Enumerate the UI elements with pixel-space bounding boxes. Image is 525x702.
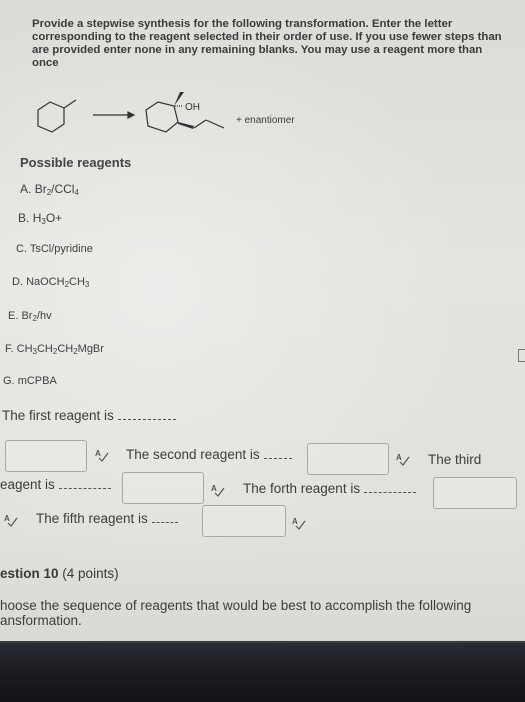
starting-material-structure bbox=[37, 99, 77, 133]
reagent-formula: CH3CH2CH2MgBr bbox=[16, 343, 104, 356]
reagent-f: F. CH3CH2CH2MgBr bbox=[5, 343, 104, 356]
fourth-reagent-input[interactable] bbox=[433, 477, 517, 509]
third-reagent-prompt-continued: eagent is bbox=[0, 477, 111, 492]
spellcheck-icon[interactable]: A bbox=[4, 513, 18, 527]
reagents-title: Possible reagents bbox=[20, 155, 132, 170]
product-oh-label: OH bbox=[185, 102, 200, 113]
spellcheck-icon[interactable]: A bbox=[396, 452, 410, 466]
spellcheck-icon[interactable]: A bbox=[211, 483, 225, 497]
reagent-formula: NaOCH2CH3 bbox=[26, 276, 90, 289]
reagent-d: D. NaOCH2CH3 bbox=[12, 276, 90, 289]
fifth-reagent-prompt: The fifth reagent is bbox=[36, 511, 178, 526]
edge-fragment bbox=[518, 349, 525, 362]
monitor-bezel bbox=[0, 641, 525, 702]
reagent-formula: Br2/hv bbox=[21, 310, 52, 323]
reagent-g: G. mCPBA bbox=[3, 375, 57, 387]
reaction-arrow bbox=[93, 111, 136, 119]
reagent-c: C. TsCl/pyridine bbox=[16, 243, 93, 255]
reagent-formula: mCPBA bbox=[17, 375, 57, 387]
reagent-formula: H3O+ bbox=[32, 211, 63, 226]
reagent-a: A. Br2/CCl4 bbox=[20, 182, 79, 197]
reagent-b: B. H3O+ bbox=[18, 211, 63, 226]
second-reagent-input[interactable] bbox=[307, 443, 389, 475]
third-reagent-input[interactable] bbox=[122, 472, 204, 504]
quiz-page: Provide a stepwise synthesis for the fol… bbox=[0, 0, 525, 640]
fifth-reagent-input[interactable] bbox=[202, 505, 286, 537]
enantiomer-note: + enantiomer bbox=[236, 115, 295, 126]
first-reagent-input[interactable] bbox=[5, 440, 87, 472]
reagent-formula: TsCl/pyridine bbox=[29, 243, 93, 255]
third-reagent-prompt: The third bbox=[428, 452, 482, 467]
reaction-scheme: OH bbox=[37, 92, 225, 133]
next-question-header: estion 10 (4 points) bbox=[0, 566, 119, 581]
svg-text:A: A bbox=[4, 514, 10, 523]
svg-text:A: A bbox=[95, 449, 101, 458]
spellcheck-icon[interactable]: A bbox=[292, 516, 306, 530]
svg-text:A: A bbox=[292, 517, 298, 526]
second-reagent-prompt: The second reagent is bbox=[126, 447, 292, 462]
question-instructions: Provide a stepwise synthesis for the fol… bbox=[32, 18, 502, 69]
fourth-reagent-prompt: The forth reagent is bbox=[243, 481, 417, 496]
reagent-e: E. Br2/hv bbox=[8, 310, 52, 323]
reagent-formula: Br2/CCl4 bbox=[34, 182, 79, 197]
next-question-body: hoose the sequence of reagents that woul… bbox=[0, 598, 472, 628]
first-reagent-prompt: The first reagent is bbox=[2, 408, 176, 423]
svg-text:A: A bbox=[211, 484, 217, 493]
svg-text:A: A bbox=[396, 453, 402, 462]
spellcheck-icon[interactable]: A bbox=[95, 448, 109, 462]
